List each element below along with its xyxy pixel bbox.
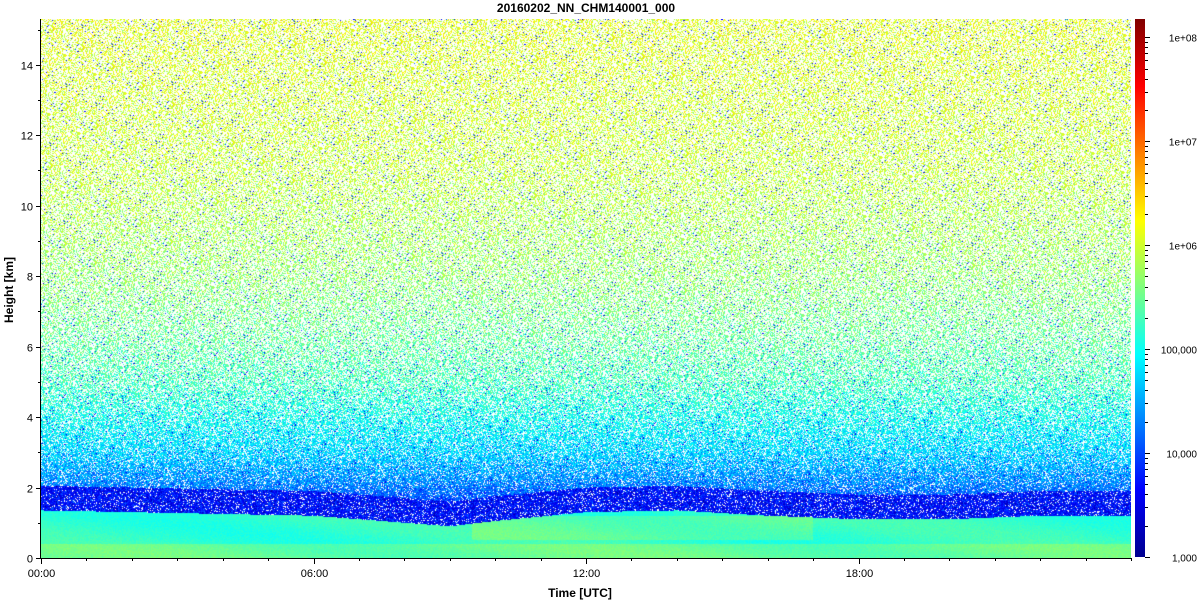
x-axis-label: Time [UTC]	[548, 586, 612, 600]
y-tick-label: 8	[27, 272, 33, 284]
x-tick-label: 12:00	[573, 568, 601, 580]
colorbar-tick-label: 10,000	[1166, 450, 1197, 461]
chart: 20160202_NN_CHM140001_000 0 2 4 6 8 10 12 14 00…	[2, 1, 1197, 600]
y-tick-label: 12	[21, 131, 33, 143]
x-tick-group: 00:00 06:00 12:00 18:00	[28, 558, 1132, 580]
y-tick-label: 4	[27, 413, 33, 425]
colorbar-tick-group: 1,000 10,000 100,000 1e+06 1e+07 1e+08	[1145, 34, 1197, 565]
y-tick-label: 6	[27, 343, 33, 355]
plot-area	[41, 19, 1131, 558]
y-tick-label: 10	[21, 202, 33, 214]
heatmap-canvas	[41, 19, 1131, 558]
y-axis-label: Height [km]	[2, 257, 16, 323]
x-tick-label: 06:00	[301, 568, 329, 580]
y-tick-label: 14	[21, 61, 33, 73]
y-tick-label: 2	[27, 484, 33, 496]
y-tick-label: 0	[27, 554, 33, 566]
y-tick-group: 0 2 4 6 8 10 12 14	[21, 30, 41, 566]
colorbar-tick-label: 1,000	[1172, 554, 1197, 565]
colorbar-tick-label: 1e+08	[1169, 34, 1198, 45]
chart-title: 20160202_NN_CHM140001_000	[497, 1, 675, 15]
colorbar-tick-label: 100,000	[1161, 346, 1198, 357]
x-tick-label: 00:00	[28, 568, 56, 580]
x-tick-label: 18:00	[846, 568, 874, 580]
colorbar-tick-label: 1e+06	[1169, 242, 1198, 253]
colorbar	[1135, 19, 1145, 557]
colorbar-tick-label: 1e+07	[1169, 138, 1198, 149]
